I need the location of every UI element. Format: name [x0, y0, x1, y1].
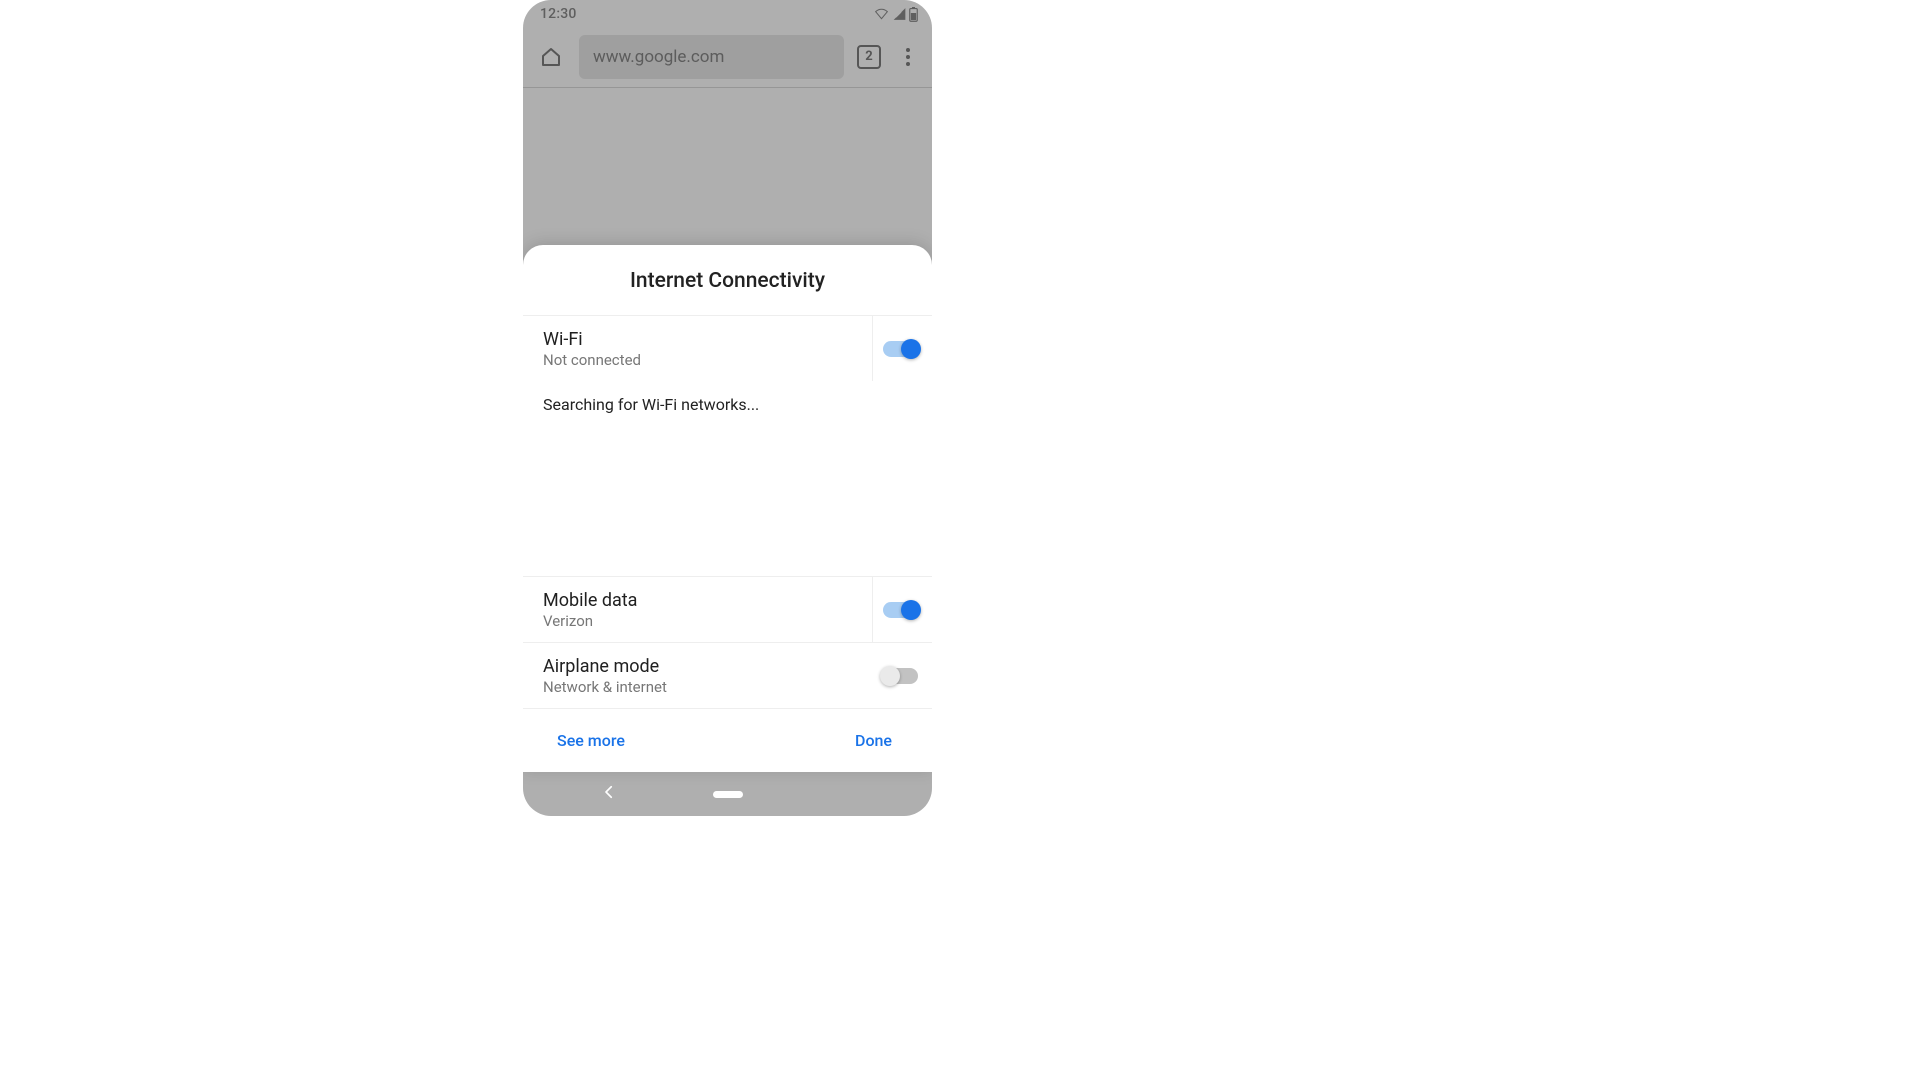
- chevron-left-icon: [600, 783, 618, 801]
- sheet-title: Internet Connectivity: [523, 245, 932, 316]
- see-more-button[interactable]: See more: [557, 731, 625, 750]
- kebab-dot-icon: [906, 55, 910, 59]
- system-nav-bar: [523, 772, 932, 816]
- wifi-toggle[interactable]: [883, 341, 919, 357]
- overflow-menu-button[interactable]: [894, 48, 922, 66]
- status-bar: 12:30: [523, 0, 932, 26]
- tabs-count: 2: [865, 49, 872, 64]
- mobile-data-subtitle: Verizon: [543, 612, 637, 630]
- wifi-searching-text: Searching for Wi-Fi networks...: [523, 377, 932, 428]
- battery-icon: [909, 7, 918, 22]
- kebab-dot-icon: [906, 62, 910, 66]
- airplane-mode-toggle-wrap: [872, 643, 932, 708]
- wifi-row[interactable]: Wi-Fi Not connected: [523, 316, 932, 377]
- cellular-signal-icon: [892, 7, 907, 21]
- airplane-mode-toggle[interactable]: [882, 668, 918, 684]
- tabs-count-box: 2: [857, 45, 881, 69]
- sheet-footer: See more Done: [523, 709, 932, 772]
- wifi-signal-icon: [873, 7, 890, 21]
- mobile-data-labels: Mobile data Verizon: [543, 590, 637, 630]
- mobile-data-row[interactable]: Mobile data Verizon: [523, 577, 932, 643]
- wifi-toggle-wrap: [872, 316, 932, 381]
- status-icons: [873, 7, 918, 22]
- browser-toolbar: www.google.com 2: [523, 26, 932, 88]
- wifi-section: Wi-Fi Not connected Searching for Wi-Fi …: [523, 316, 932, 577]
- wifi-subtitle: Not connected: [543, 351, 641, 369]
- phone-frame: 12:30 www.google.com: [523, 0, 932, 816]
- airplane-mode-row[interactable]: Airplane mode Network & internet: [523, 643, 932, 709]
- home-button[interactable]: [533, 39, 569, 75]
- url-bar[interactable]: www.google.com: [579, 35, 844, 79]
- toggle-knob-icon: [901, 339, 921, 359]
- mobile-data-toggle-wrap: [872, 577, 932, 642]
- airplane-mode-subtitle: Network & internet: [543, 678, 667, 696]
- mobile-data-toggle[interactable]: [883, 602, 919, 618]
- tabs-button[interactable]: 2: [854, 45, 884, 69]
- kebab-dot-icon: [906, 48, 910, 52]
- airplane-mode-title: Airplane mode: [543, 656, 667, 677]
- wifi-labels: Wi-Fi Not connected: [543, 329, 641, 369]
- wifi-title: Wi-Fi: [543, 329, 641, 350]
- toggle-knob-icon: [901, 600, 921, 620]
- url-text: www.google.com: [593, 47, 724, 67]
- home-gesture-handle[interactable]: [713, 791, 743, 798]
- done-button[interactable]: Done: [855, 731, 892, 750]
- toggle-knob-icon: [880, 666, 900, 686]
- status-time: 12:30: [540, 6, 577, 22]
- wifi-network-list: [523, 428, 932, 576]
- back-button[interactable]: [600, 783, 618, 805]
- connectivity-sheet: Internet Connectivity Wi-Fi Not connecte…: [523, 245, 932, 772]
- mobile-data-title: Mobile data: [543, 590, 637, 611]
- airplane-mode-labels: Airplane mode Network & internet: [543, 656, 667, 696]
- home-icon: [539, 45, 563, 69]
